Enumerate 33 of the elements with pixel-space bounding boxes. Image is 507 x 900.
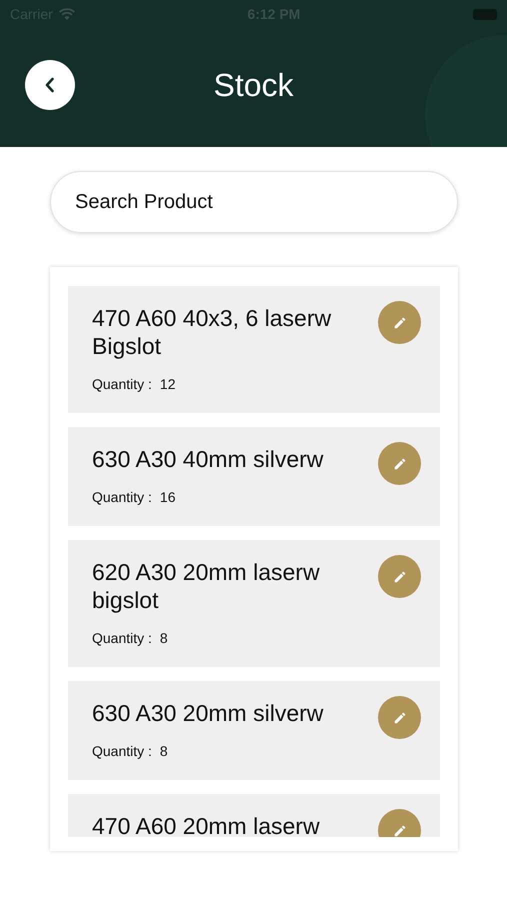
edit-button[interactable] <box>378 696 421 739</box>
quantity-label: Quantity : <box>92 375 152 394</box>
quantity-label: Quantity : <box>92 629 152 648</box>
product-name: 470 A60 20mm laserw <box>92 812 321 837</box>
product-card[interactable]: 620 A30 20mm laserw bigslot Quantity : 8 <box>68 540 440 667</box>
product-card[interactable]: 470 A60 20mm laserw <box>68 794 440 837</box>
edit-button[interactable] <box>378 301 421 344</box>
product-card[interactable]: 630 A30 40mm silverw Quantity : 16 <box>68 427 440 526</box>
quantity-label: Quantity : <box>92 742 152 761</box>
back-icon <box>44 77 56 93</box>
edit-button[interactable] <box>378 442 421 485</box>
quantity-label: Quantity : <box>92 488 152 507</box>
search-field[interactable]: Search Product <box>50 171 458 233</box>
pencil-icon <box>392 316 406 330</box>
product-card[interactable]: 630 A30 20mm silverw Quantity : 8 <box>68 681 440 780</box>
wifi-icon <box>58 8 75 20</box>
product-name: 470 A60 40x3, 6 laserw Bigslot <box>92 304 332 360</box>
quantity-value: 8 <box>160 742 168 761</box>
product-name: 620 A30 20mm laserw bigslot <box>92 558 321 614</box>
back-button[interactable] <box>25 60 75 110</box>
pencil-icon <box>392 824 406 837</box>
page-title: Stock <box>212 69 295 101</box>
quantity-value: 8 <box>160 629 168 648</box>
product-name: 630 A30 20mm silverw <box>92 699 324 727</box>
product-card[interactable]: 470 A60 40x3, 6 laserw Bigslot Quantity : 12 <box>68 286 440 413</box>
pencil-icon <box>392 570 406 584</box>
pencil-icon <box>392 456 406 470</box>
battery-icon <box>472 8 497 20</box>
edit-button[interactable] <box>378 555 421 598</box>
product-name: 630 A30 40mm silverw <box>92 445 324 473</box>
quantity-value: 16 <box>160 488 176 507</box>
quantity-value: 12 <box>160 375 176 394</box>
pencil-icon <box>392 710 406 724</box>
